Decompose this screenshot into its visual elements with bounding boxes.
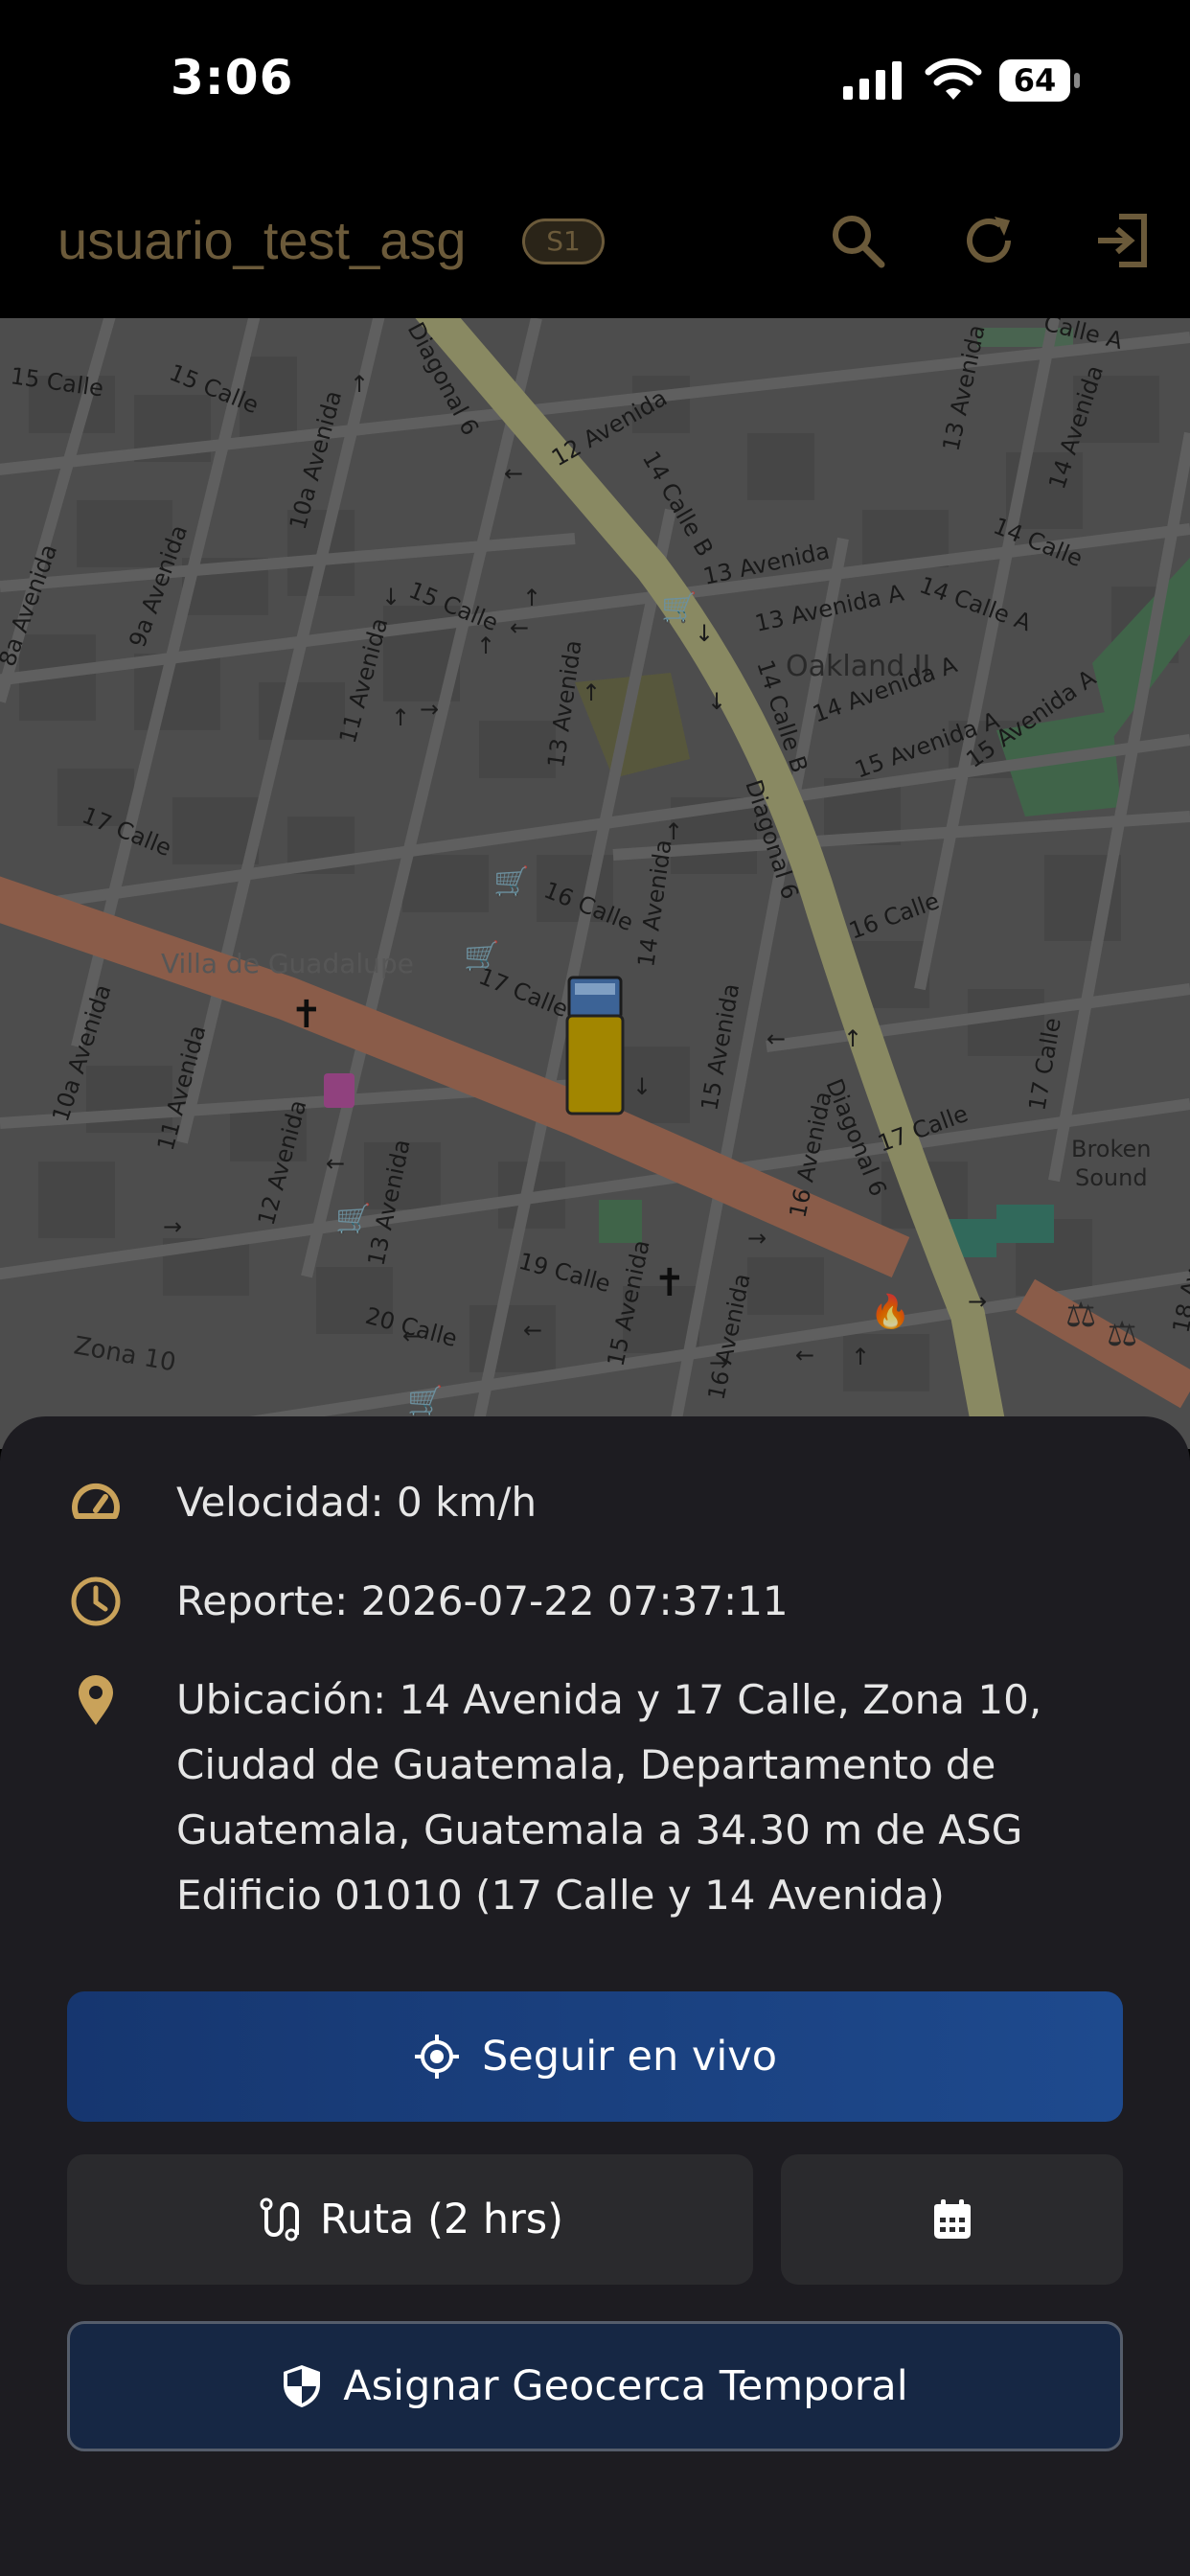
refresh-icon[interactable]	[958, 209, 1021, 272]
route-button[interactable]: Ruta (2 hrs)	[67, 2154, 753, 2285]
speedometer-icon	[72, 1483, 120, 1519]
map-dim-overlay	[0, 318, 1190, 1449]
battery-tip	[1074, 73, 1080, 88]
battery-indicator: 64	[999, 59, 1081, 102]
clock-icon	[71, 1576, 121, 1626]
calendar-icon	[933, 2199, 971, 2239]
shield-icon	[284, 2365, 321, 2407]
follow-live-label: Seguir en vivo	[481, 2033, 778, 2081]
assign-geofence-label: Asignar Geocerca Temporal	[343, 2362, 908, 2410]
status-time: 3:06	[171, 50, 294, 105]
follow-live-button[interactable]: Seguir en vivo	[67, 1991, 1123, 2122]
crosshair-icon	[414, 2035, 459, 2079]
username-title: usuario_test_asg	[57, 210, 467, 270]
route-label: Ruta (2 hrs)	[320, 2196, 563, 2243]
location-pin-icon	[79, 1675, 113, 1725]
wifi-icon	[925, 58, 982, 100]
route-icon	[260, 2197, 299, 2242]
logout-icon[interactable]	[1090, 209, 1154, 272]
cellular-signal-icon	[843, 61, 902, 100]
calendar-button[interactable]	[781, 2154, 1123, 2285]
app-header: usuario_test_asg S1	[0, 163, 1190, 318]
map-view[interactable]: 🛒 🛒 🛒 🛒 🛒 ✝ ✝ 🔥 ⚖ ⚖ ↑ ← ↑ ← ↓ ↑ → ↑ ↑ ↓ ↓ ↑ ↑ ← ↓ ← …	[0, 318, 1190, 1449]
location-text: Ubicación: 14 Avenida y 17 Calle, Zona 1…	[176, 1676, 1042, 1919]
battery-level: 64	[999, 59, 1070, 102]
vehicle-info-panel: Velocidad: 0 km/h Reporte: 2026-07-22 07…	[0, 1416, 1190, 2576]
server-badge: S1	[522, 218, 605, 264]
assign-geofence-button[interactable]: Asignar Geocerca Temporal	[67, 2321, 1123, 2451]
search-icon[interactable]	[826, 209, 889, 272]
report-text: Reporte: 2026-07-22 07:37:11	[176, 1577, 789, 1624]
speed-text: Velocidad: 0 km/h	[176, 1479, 538, 1526]
status-bar: 3:06 64	[0, 0, 1190, 163]
map-canvas[interactable]: 🛒 🛒 🛒 🛒 🛒 ✝ ✝ 🔥 ⚖ ⚖ ↑←↑← ↓↑ →↑ ↑↓↓↑ ↑←↓← …	[0, 318, 1190, 1449]
